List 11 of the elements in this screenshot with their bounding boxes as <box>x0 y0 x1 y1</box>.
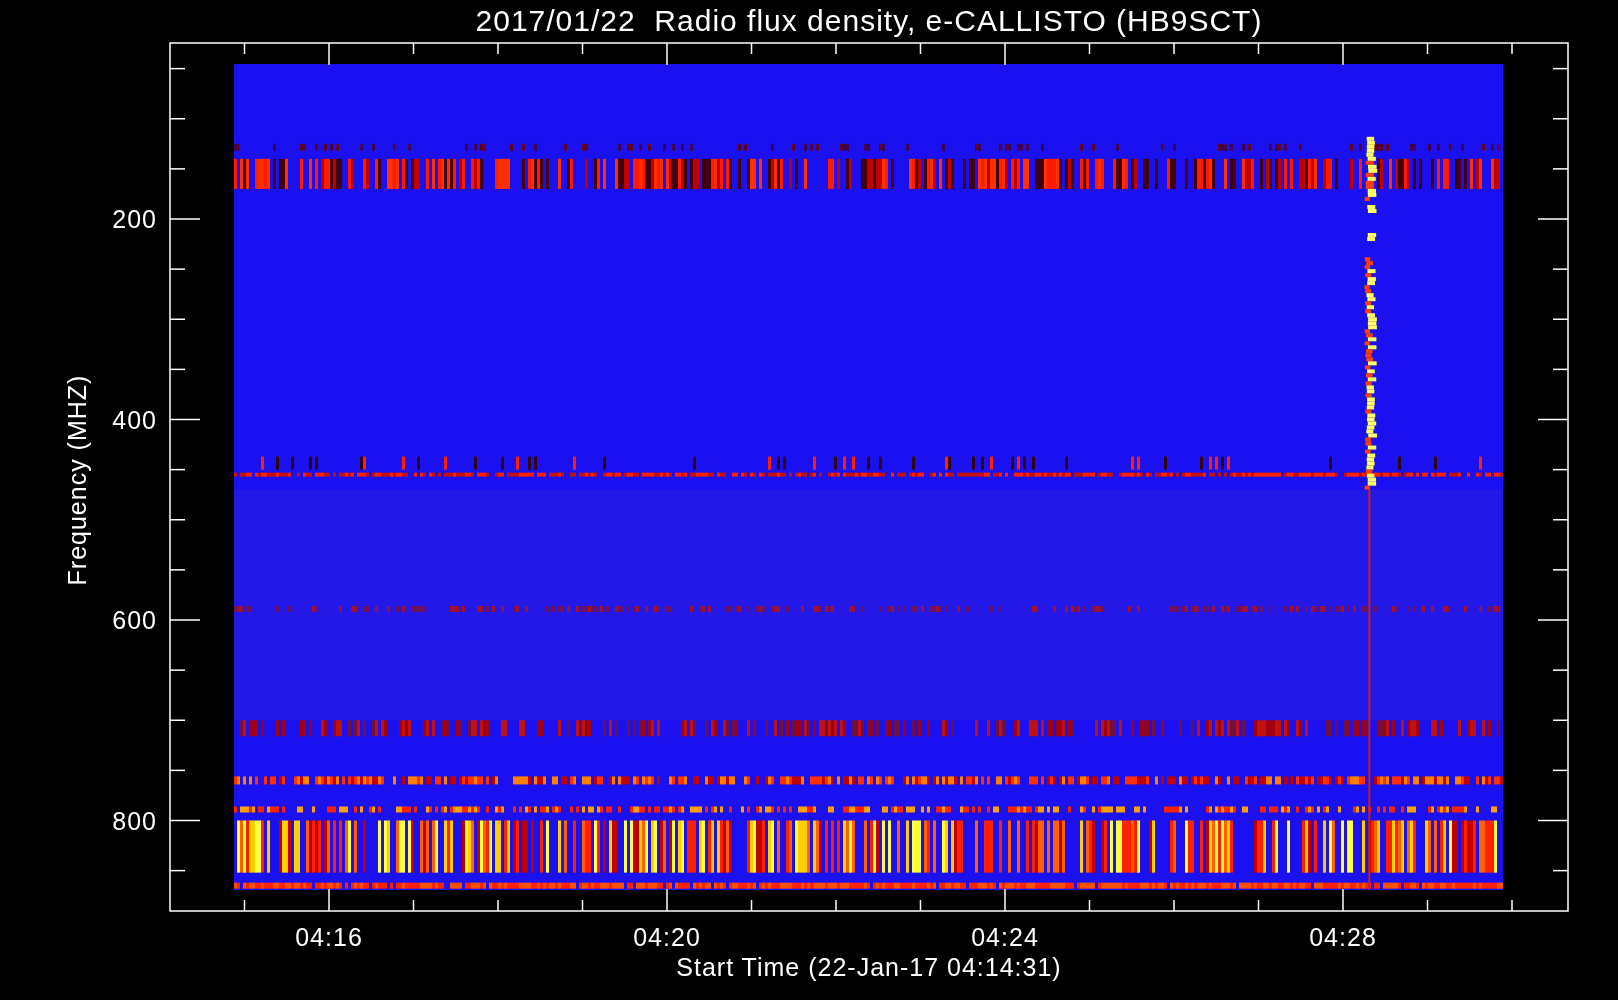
chart-title: 2017/01/22 Radio flux density, e-CALLISTO (HB9SCT) <box>475 4 1263 37</box>
y-axis-label: Frequency (MHZ) <box>63 374 91 586</box>
x-tick-label: 04:28 <box>1309 923 1377 951</box>
y-tick-label: 600 <box>112 606 157 634</box>
y-tick-label: 200 <box>112 205 157 233</box>
y-tick-label: 800 <box>112 806 157 835</box>
y-tick-label: 400 <box>112 405 157 434</box>
x-tick-label: 04:24 <box>971 923 1039 951</box>
x-axis-label: Start Time (22-Jan-17 04:14:31) <box>676 953 1062 981</box>
x-tick-label: 04:16 <box>295 923 363 951</box>
x-tick-label: 04:20 <box>633 923 701 951</box>
